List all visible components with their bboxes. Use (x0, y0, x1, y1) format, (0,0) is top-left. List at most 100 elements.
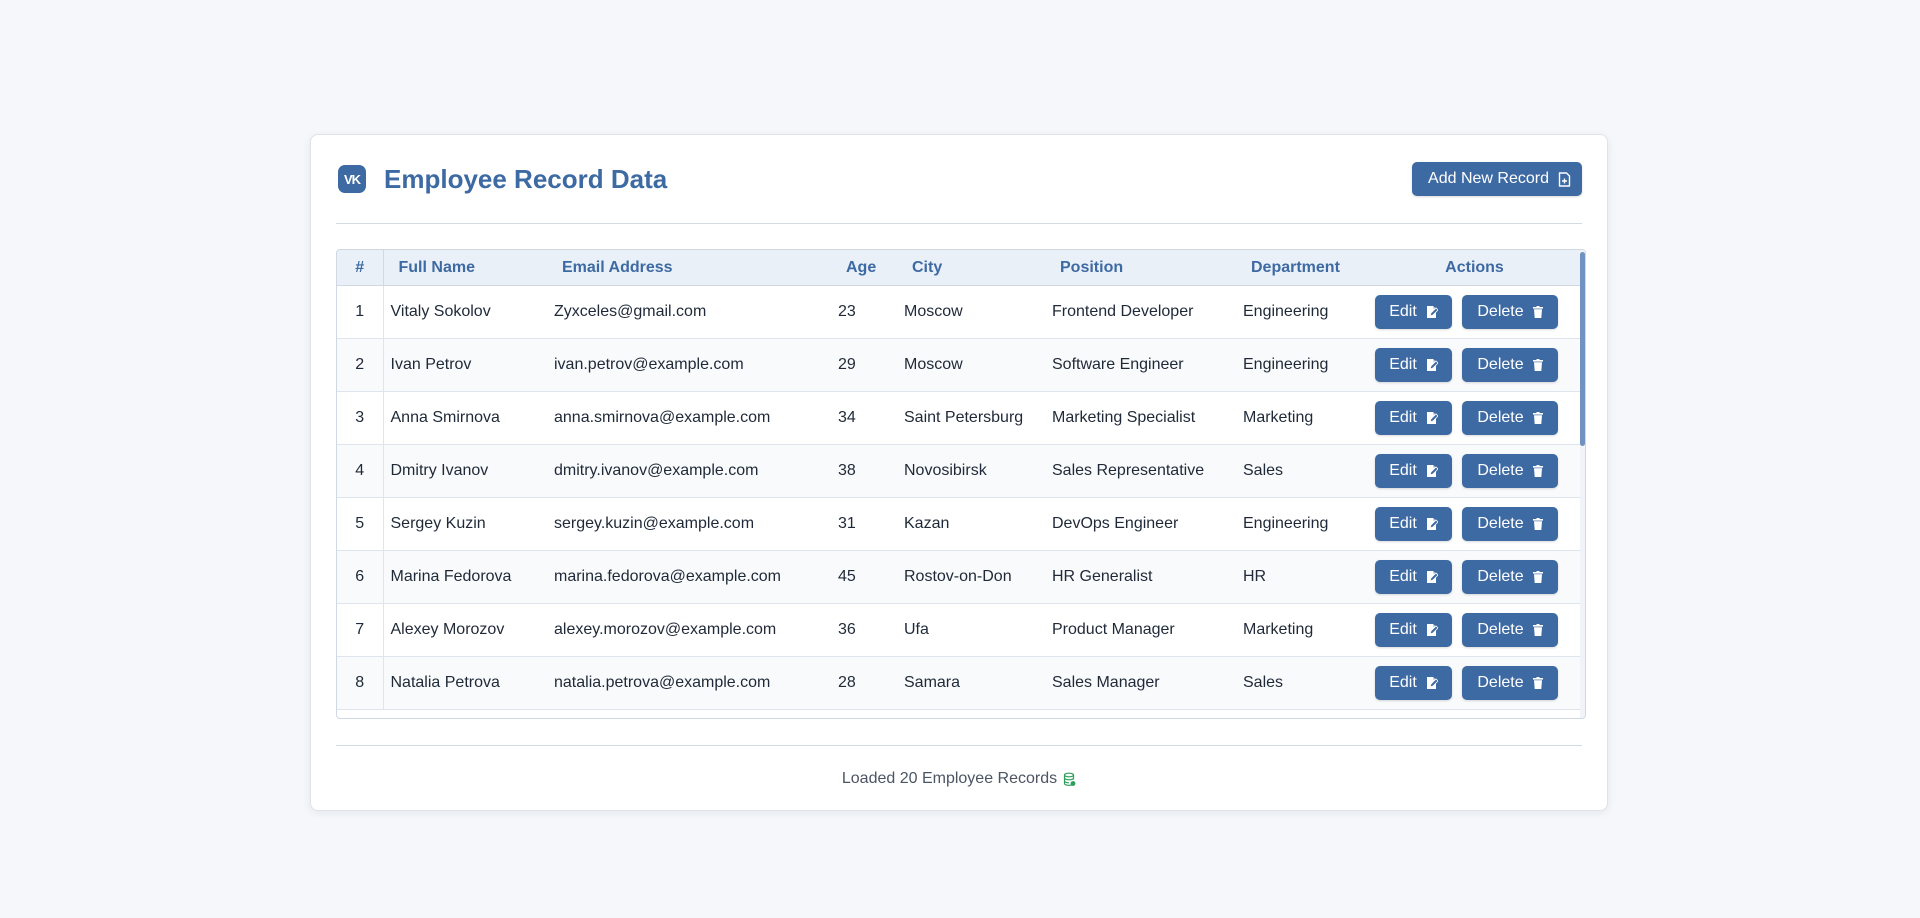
delete-button[interactable]: Delete (1462, 454, 1558, 488)
cell-actions: Edit Delete (1368, 603, 1581, 657)
cell-email: natalia.petrova@example.com (547, 656, 831, 710)
cell-age: 29 (831, 338, 897, 392)
table-scrollbar[interactable] (1580, 250, 1585, 718)
employee-card: VK Employee Record Data Add New Record #… (310, 134, 1608, 811)
trash-icon (1532, 465, 1543, 477)
edit-button[interactable]: Edit (1375, 295, 1452, 329)
delete-button[interactable]: Delete (1462, 507, 1558, 541)
row-number: 8 (337, 656, 384, 710)
records-status-text: Loaded 20 Employee Records (841, 770, 1058, 787)
table-row: 6 Marina Fedorova marina.fedorova@example.… (337, 550, 1581, 604)
edit-button[interactable]: Edit (1375, 666, 1452, 700)
cell-actions: Edit Delete (1368, 550, 1581, 604)
column-header-age[interactable]: Age (831, 250, 897, 286)
edit-button-label: Edit (1389, 621, 1417, 638)
file-edit-icon (1426, 677, 1438, 689)
cell-age: 45 (831, 550, 897, 604)
column-header-email[interactable]: Email Address (547, 250, 831, 286)
cell-department: Sales (1236, 444, 1368, 498)
cell-email: marina.fedorova@example.com (547, 550, 831, 604)
table-body: 1 Vitaly Sokolov Zyxceles@gmail.com 23 Mosco… (337, 285, 1581, 710)
delete-button-label: Delete (1477, 568, 1524, 585)
edit-button[interactable]: Edit (1375, 613, 1452, 647)
trash-icon (1532, 359, 1543, 371)
add-new-record-button[interactable]: Add New Record (1412, 162, 1582, 196)
edit-button[interactable]: Edit (1375, 401, 1452, 435)
edit-button[interactable]: Edit (1375, 560, 1452, 594)
cell-position: Sales Representative (1045, 444, 1236, 498)
delete-button[interactable]: Delete (1462, 401, 1558, 435)
file-edit-icon (1426, 359, 1438, 371)
file-edit-icon (1426, 412, 1438, 424)
delete-button[interactable]: Delete (1462, 295, 1558, 329)
cell-department: Engineering (1236, 497, 1368, 551)
edit-button-label: Edit (1389, 568, 1417, 585)
cell-age: 23 (831, 285, 897, 339)
table-row: 1 Vitaly Sokolov Zyxceles@gmail.com 23 Mosco… (337, 285, 1581, 339)
edit-button-label: Edit (1389, 462, 1417, 479)
card-footer: Loaded 20 Employee Records (336, 745, 1582, 812)
file-edit-icon (1426, 624, 1438, 636)
cell-actions: Edit Delete (1368, 391, 1581, 445)
row-number: 2 (337, 338, 384, 392)
delete-button-label: Delete (1477, 356, 1524, 373)
cell-city: Moscow (897, 285, 1045, 339)
cell-email: alexey.morozov@example.com (547, 603, 831, 657)
cell-city: Moscow (897, 338, 1045, 392)
row-actions: Edit Delete (1368, 560, 1581, 594)
delete-button[interactable]: Delete (1462, 560, 1558, 594)
delete-button-label: Delete (1477, 674, 1524, 691)
cell-full-name: Dmitry Ivanov (383, 444, 547, 498)
column-header-position[interactable]: Position (1045, 250, 1236, 286)
card-header: VK Employee Record Data Add New Record (336, 135, 1582, 224)
delete-button-label: Delete (1477, 462, 1524, 479)
cell-position: Frontend Developer (1045, 285, 1236, 339)
table-row: 4 Dmitry Ivanov dmitry.ivanov@example.com 3… (337, 444, 1581, 498)
employee-table: # Full Name Email Address Age City Posit… (337, 250, 1581, 710)
edit-button-label: Edit (1389, 303, 1417, 320)
cell-position: Software Engineer (1045, 338, 1236, 392)
column-header-city[interactable]: City (897, 250, 1045, 286)
trash-icon (1532, 677, 1543, 689)
column-header-department[interactable]: Department (1236, 250, 1368, 286)
row-number: 6 (337, 550, 384, 604)
table-row: 7 Alexey Morozov alexey.morozov@example.co… (337, 603, 1581, 657)
cell-full-name: Alexey Morozov (383, 603, 547, 657)
row-number: 4 (337, 444, 384, 498)
cell-position: Marketing Specialist (1045, 391, 1236, 445)
file-edit-icon (1426, 571, 1438, 583)
delete-button-label: Delete (1477, 303, 1524, 320)
row-number: 5 (337, 497, 384, 551)
table-scrollbar-thumb[interactable] (1580, 252, 1585, 446)
database-icon (1064, 772, 1076, 786)
delete-button[interactable]: Delete (1462, 348, 1558, 382)
edit-button-label: Edit (1389, 515, 1417, 532)
column-header-full-name[interactable]: Full Name (383, 250, 547, 286)
cell-city: Rostov-on-Don (897, 550, 1045, 604)
column-header-number[interactable]: # (337, 250, 384, 286)
cell-age: 36 (831, 603, 897, 657)
title-group: VK Employee Record Data (336, 164, 667, 195)
vk-logo-icon: VK (338, 165, 366, 193)
delete-button[interactable]: Delete (1462, 613, 1558, 647)
edit-button[interactable]: Edit (1375, 454, 1452, 488)
cell-actions: Edit Delete (1368, 656, 1581, 710)
cell-position: Product Manager (1045, 603, 1236, 657)
cell-department: Engineering (1236, 338, 1368, 392)
employee-table-container[interactable]: # Full Name Email Address Age City Posit… (336, 249, 1586, 719)
cell-age: 28 (831, 656, 897, 710)
trash-icon (1532, 306, 1543, 318)
cell-city: Samara (897, 656, 1045, 710)
cell-department: Engineering (1236, 285, 1368, 339)
cell-department: Marketing (1236, 603, 1368, 657)
cell-full-name: Anna Smirnova (383, 391, 547, 445)
edit-button-label: Edit (1389, 409, 1417, 426)
table-row: 5 Sergey Kuzin sergey.kuzin@example.com 31 K… (337, 497, 1581, 551)
file-edit-icon (1426, 518, 1438, 530)
edit-button[interactable]: Edit (1375, 348, 1452, 382)
row-actions: Edit Delete (1368, 507, 1581, 541)
edit-button[interactable]: Edit (1375, 507, 1452, 541)
row-number: 7 (337, 603, 384, 657)
delete-button[interactable]: Delete (1462, 666, 1558, 700)
cell-age: 34 (831, 391, 897, 445)
